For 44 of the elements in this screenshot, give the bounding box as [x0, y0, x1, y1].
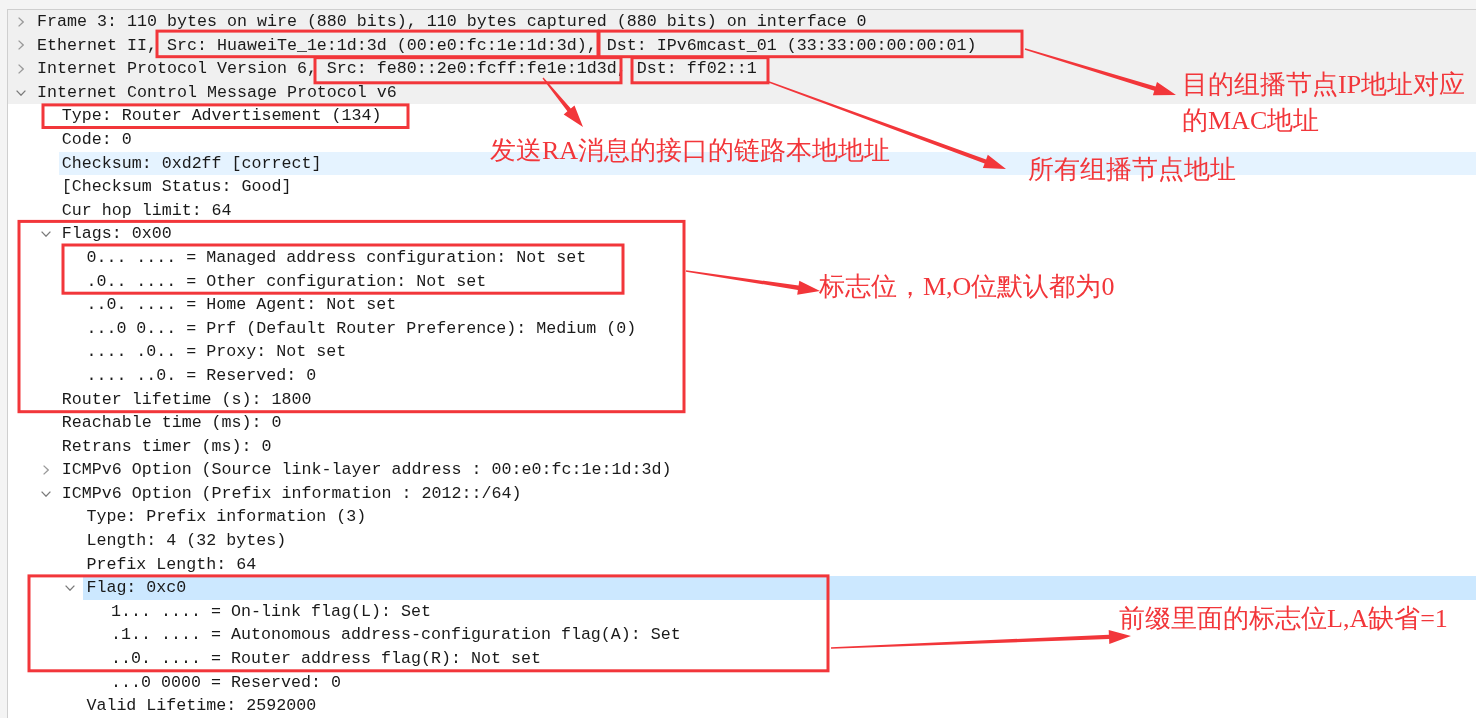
tree-item[interactable]: .1.. .... = Autonomous address-configuration flag(A): Set — [111, 623, 681, 648]
tree-item[interactable]: ...0 0... = Prf (Default Router Preference): Medium (0) — [86, 316, 637, 341]
chevron-down-icon[interactable] — [16, 89, 26, 96]
chevron-right-icon[interactable] — [18, 40, 24, 51]
tree-item[interactable]: Router lifetime (s): 1800 — [61, 387, 312, 412]
tree-item[interactable]: Prefix Length: 64 — [86, 552, 257, 577]
tree-item[interactable]: [Checksum Status: Good] — [61, 175, 292, 199]
tree-item[interactable]: ..0. .... = Router address flag(R): Not set — [111, 647, 541, 671]
tree-item[interactable]: ICMPv6 Option (Source link-layer address : 00:e0:fc:1e:1d:3d) — [61, 458, 672, 482]
tree-item[interactable]: Reachable time (ms): 0 — [61, 411, 282, 435]
tree-item[interactable]: Code: 0 — [61, 127, 132, 152]
chevron-right-icon[interactable] — [42, 465, 49, 476]
tree-item[interactable]: Internet Protocol Version 6, Src: fe80::2e0:fcff:fe1e:1d3d, Dst: ff02::1 — [37, 57, 757, 81]
tree-item[interactable]: ...0 0000 = Reserved: 0 — [111, 670, 341, 695]
chevron-down-icon[interactable] — [65, 585, 76, 592]
annotation-arrow — [542, 77, 583, 127]
annotation-note: 前缀里面的标志位L,A缺省=1 — [1119, 603, 1448, 635]
annotation-note: 标志位，M,O位默认都为0 — [819, 271, 1115, 303]
chevron-down-icon[interactable] — [40, 231, 51, 238]
chevron-right-icon[interactable] — [18, 16, 24, 27]
tree-item[interactable]: ..0. .... = Home Agent: Not set — [86, 293, 397, 317]
tree-item[interactable]: 0... .... = Managed address configuration: Not set — [86, 245, 587, 270]
chevron-right-icon[interactable] — [18, 64, 24, 74]
tree-item[interactable]: Ethernet II, Src: HuaweiTe_1e:1d:3d (00:e0:fc:1e:1d:3d), Dst: IPv6mcast_01 (33:33:00:00:00:01) — [37, 33, 977, 58]
tree-item[interactable]: 1... .... = On-link flag(L): Set — [111, 599, 431, 624]
tree-item[interactable]: Flags: 0x00 — [61, 222, 172, 246]
tree-item[interactable]: Type: Router Advertisement (134) — [61, 104, 382, 128]
annotation-note: 所有组播节点地址 — [1028, 154, 1236, 186]
tree-item[interactable]: Cur hop limit: 64 — [61, 198, 232, 223]
tree-item[interactable]: Internet Control Message Protocol v6 — [37, 80, 397, 105]
annotation-note: 目的组播节点IP地址对应的MAC地址 — [1182, 69, 1467, 137]
tree-item[interactable]: Checksum: 0xd2ff [correct] — [61, 151, 322, 176]
tree-item[interactable]: Frame 3: 110 bytes on wire (880 bits), 110 bytes captured (880 bits) on interface 0 — [37, 10, 867, 34]
tree-item[interactable]: ICMPv6 Option (Prefix information : 2012::/64) — [61, 481, 522, 506]
chevron-down-icon[interactable] — [40, 490, 51, 497]
tree-item[interactable]: Flag: 0xc0 — [86, 576, 187, 600]
tree-item[interactable]: .... .0.. = Proxy: Not set — [86, 340, 347, 364]
tree-item[interactable]: .... ..0. = Reserved: 0 — [86, 363, 317, 388]
tree-item[interactable]: Length: 4 (32 bytes) — [86, 529, 287, 553]
tree-item[interactable]: Retrans timer (ms): 0 — [61, 434, 272, 459]
tree-item[interactable]: Type: Prefix information (3) — [86, 505, 367, 530]
tree-item[interactable]: Valid Lifetime: 2592000 — [86, 694, 317, 718]
tree-item[interactable]: .0.. .... = Other configuration: Not set — [86, 269, 487, 294]
annotation-note: 发送RA消息的接口的链路本地地址 — [490, 135, 891, 167]
